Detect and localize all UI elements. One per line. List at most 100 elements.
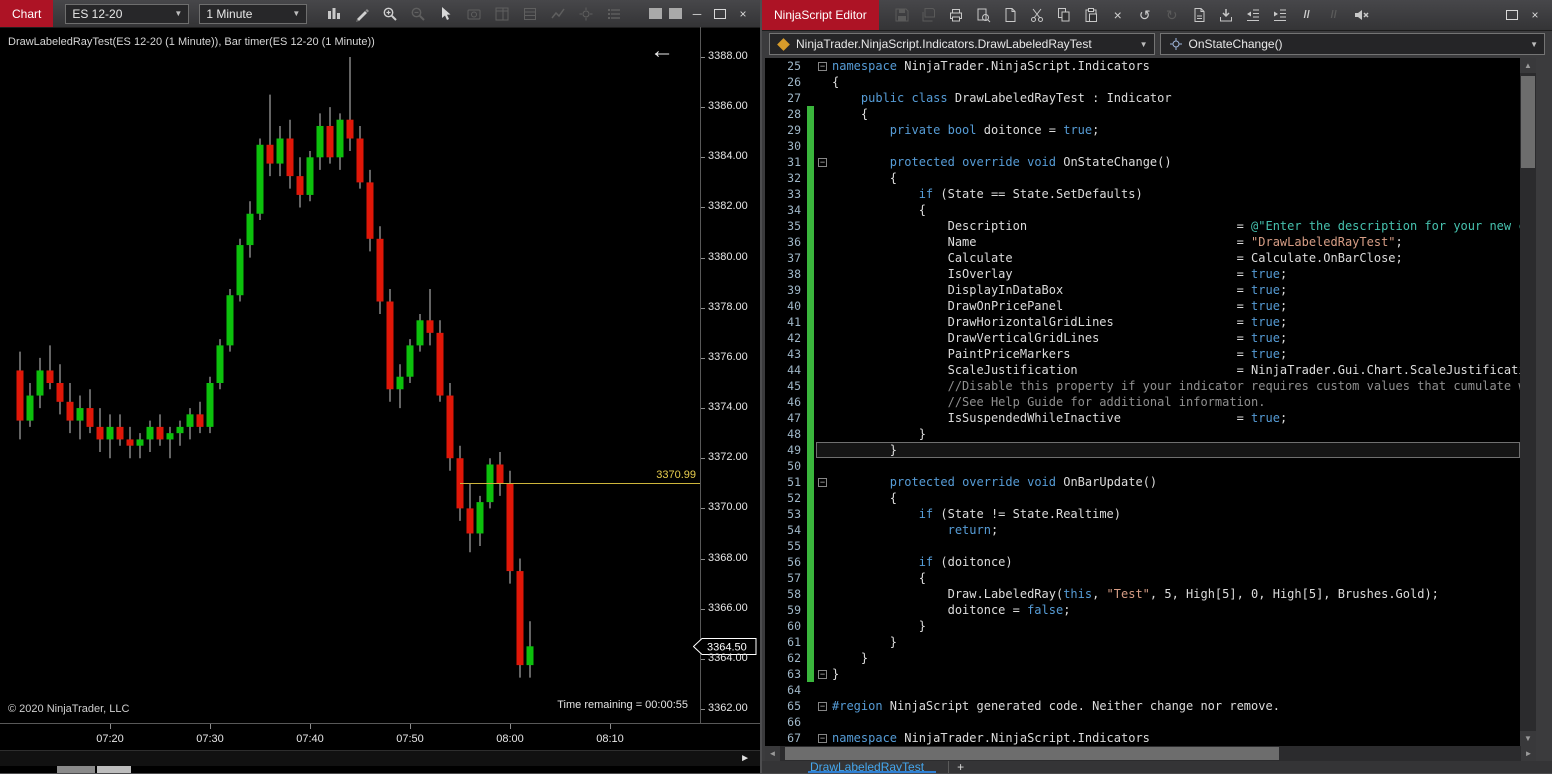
code-line[interactable]: 37 Calculate = Calculate.OnBarClose;	[765, 250, 1520, 266]
code-line[interactable]: 58 Draw.LabeledRay(this, "Test", 5, High…	[765, 586, 1520, 602]
undo-icon[interactable]: ↺	[1136, 6, 1154, 24]
cut-icon[interactable]	[1028, 6, 1046, 24]
maximize-button[interactable]	[712, 7, 728, 21]
minimize-button[interactable]: ─	[689, 7, 705, 21]
comment-selection-icon[interactable]: //	[1298, 6, 1316, 24]
code-line[interactable]: 46 //See Help Guide for additional infor…	[765, 394, 1520, 410]
interval-link-icon[interactable]	[669, 8, 682, 19]
instrument-selector[interactable]: ES 12-20 ▼	[65, 3, 190, 24]
code-line[interactable]: 29 private bool doitonce = true;	[765, 122, 1520, 138]
code-line[interactable]: 62 }	[765, 650, 1520, 666]
save-icon[interactable]	[893, 6, 911, 24]
code-line[interactable]: 55	[765, 538, 1520, 554]
maximize-button[interactable]	[1504, 8, 1520, 22]
code-line[interactable]: 26{	[765, 74, 1520, 90]
code-line[interactable]: 52 {	[765, 490, 1520, 506]
code-line[interactable]: 32 {	[765, 170, 1520, 186]
strategies-icon[interactable]	[577, 5, 595, 23]
code-line[interactable]: 54 return;	[765, 522, 1520, 538]
scroll-left-icon[interactable]: ◄	[765, 746, 780, 761]
vscrollbar-thumb[interactable]	[1521, 76, 1535, 168]
tab-drawlabeledraytest[interactable]: DrawLabeledRayTest	[808, 761, 937, 773]
code-line[interactable]: 25− namespace NinjaTrader.NinjaScript.Ind…	[765, 58, 1520, 74]
code-line[interactable]: 44 ScaleJustification = NinjaTrader.Gui.…	[765, 362, 1520, 378]
code-line[interactable]: 42 DrawVerticalGridLines = true;	[765, 330, 1520, 346]
chart-style-icon[interactable]	[325, 5, 343, 23]
code-editor[interactable]: 25− namespace NinjaTrader.NinjaScript.Ind…	[765, 58, 1536, 746]
print-icon[interactable]	[947, 6, 965, 24]
scroll-up-icon[interactable]: ▲	[1520, 58, 1536, 73]
cursor-icon[interactable]	[437, 5, 455, 23]
interval-selector[interactable]: 1 Minute ▼	[199, 3, 308, 24]
chart-back-arrow-icon[interactable]: ←	[650, 39, 674, 63]
editor-hscrollbar[interactable]: ◄ ►	[765, 746, 1536, 761]
code-line[interactable]: 48 }	[765, 426, 1520, 442]
code-line[interactable]: 43 PaintPriceMarkers = true;	[765, 346, 1520, 362]
zoom-out-icon[interactable]	[409, 5, 427, 23]
chart-hscrollbar[interactable]: ►	[0, 750, 760, 767]
code-line[interactable]: 56 if (doitonce)	[765, 554, 1520, 570]
redo-icon[interactable]: ↻	[1163, 6, 1181, 24]
code-line[interactable]: 30	[765, 138, 1520, 154]
code-line[interactable]: 36 Name = "DrawLabeledRayTest";	[765, 234, 1520, 250]
editor-window-tab[interactable]: NinjaScript Editor	[762, 0, 879, 30]
code-line[interactable]: 53 if (State != State.Realtime)	[765, 506, 1520, 522]
code-line[interactable]: 49 }	[765, 442, 1520, 458]
zoom-in-icon[interactable]	[381, 5, 399, 23]
method-selector[interactable]: OnStateChange() ▼	[1159, 33, 1545, 55]
chart-window-tab[interactable]: Chart	[0, 0, 54, 27]
uncomment-selection-icon[interactable]: //	[1325, 6, 1343, 24]
chart-canvas[interactable]: DrawLabeledRayTest(ES 12-20 (1 Minute)),…	[0, 27, 700, 723]
code-line[interactable]: 27 public class DrawLabeledRayTest : Ind…	[765, 90, 1520, 106]
increase-indent-icon[interactable]	[1271, 6, 1289, 24]
code-line[interactable]: 45 //Disable this property if your indic…	[765, 378, 1520, 394]
scroll-right-icon[interactable]: ►	[1521, 746, 1536, 761]
drawing-tools-icon[interactable]	[353, 5, 371, 23]
code-line[interactable]: 66	[765, 714, 1520, 730]
code-line[interactable]: 50	[765, 458, 1520, 474]
code-line[interactable]: 47 IsSuspendedWhileInactive = true;	[765, 410, 1520, 426]
code-line[interactable]: 33 if (State == State.SetDefaults)	[765, 186, 1520, 202]
insert-code-snippet-icon[interactable]	[1190, 6, 1208, 24]
new-document-icon[interactable]	[1001, 6, 1019, 24]
data-box-icon[interactable]	[521, 5, 539, 23]
code-line[interactable]: 60 }	[765, 618, 1520, 634]
fold-collapse-icon[interactable]: −	[818, 61, 827, 71]
code-line[interactable]: 28 {	[765, 106, 1520, 122]
fold-collapse-icon[interactable]: −	[818, 701, 827, 711]
indicators-icon[interactable]	[549, 5, 567, 23]
editor-vscrollbar[interactable]: ▲ ▼	[1520, 58, 1536, 746]
paste-icon[interactable]	[1082, 6, 1100, 24]
fold-collapse-icon[interactable]: −	[818, 733, 827, 743]
code-line[interactable]: 57 {	[765, 570, 1520, 586]
copy-icon[interactable]	[1055, 6, 1073, 24]
decrease-indent-icon[interactable]	[1244, 6, 1262, 24]
print-preview-icon[interactable]	[974, 6, 992, 24]
delete-icon[interactable]: ×	[1109, 6, 1127, 24]
price-axis[interactable]: 3364.50 3388.00 3386.00 3384.00 3382.00 3380…	[692, 27, 760, 723]
code-line[interactable]: 40 DrawOnPricePanel = true;	[765, 298, 1520, 314]
code-line[interactable]: 34 {	[765, 202, 1520, 218]
properties-icon[interactable]	[605, 5, 623, 23]
code-line[interactable]: 38 IsOverlay = true;	[765, 266, 1520, 282]
code-line[interactable]: 67− namespace NinjaTrader.NinjaScript.Ind…	[765, 730, 1520, 746]
time-axis[interactable]: 07:20 07:30 07:40 07:50 08:00 08:10	[0, 723, 760, 751]
code-line[interactable]: 65− #region NinjaScript generated code. N…	[765, 698, 1520, 714]
code-line[interactable]: 64	[765, 682, 1520, 698]
fold-collapse-icon[interactable]: −	[818, 477, 827, 487]
code-line[interactable]: 51− protected override void OnBarUpdate(…	[765, 474, 1520, 490]
scroll-right-icon[interactable]: ►	[740, 753, 750, 764]
compile-icon[interactable]	[1217, 6, 1235, 24]
class-selector[interactable]: NinjaTrader.NinjaScript.Indicators.DrawL…	[769, 33, 1155, 55]
scroll-down-icon[interactable]: ▼	[1520, 731, 1536, 746]
new-tab-button[interactable]: +	[948, 761, 972, 773]
code-line[interactable]: 59 doitonce = false;	[765, 602, 1520, 618]
code-line[interactable]: 41 DrawHorizontalGridLines = true;	[765, 314, 1520, 330]
code-line[interactable]: 39 DisplayInDataBox = true;	[765, 282, 1520, 298]
close-button[interactable]: ×	[1527, 8, 1543, 22]
chart-trader-icon[interactable]	[493, 5, 511, 23]
snapshot-icon[interactable]	[465, 5, 483, 23]
code-line[interactable]: 61 }	[765, 634, 1520, 650]
hscrollbar-thumb[interactable]	[785, 747, 1279, 760]
mute-compile-sound-icon[interactable]	[1352, 6, 1370, 24]
